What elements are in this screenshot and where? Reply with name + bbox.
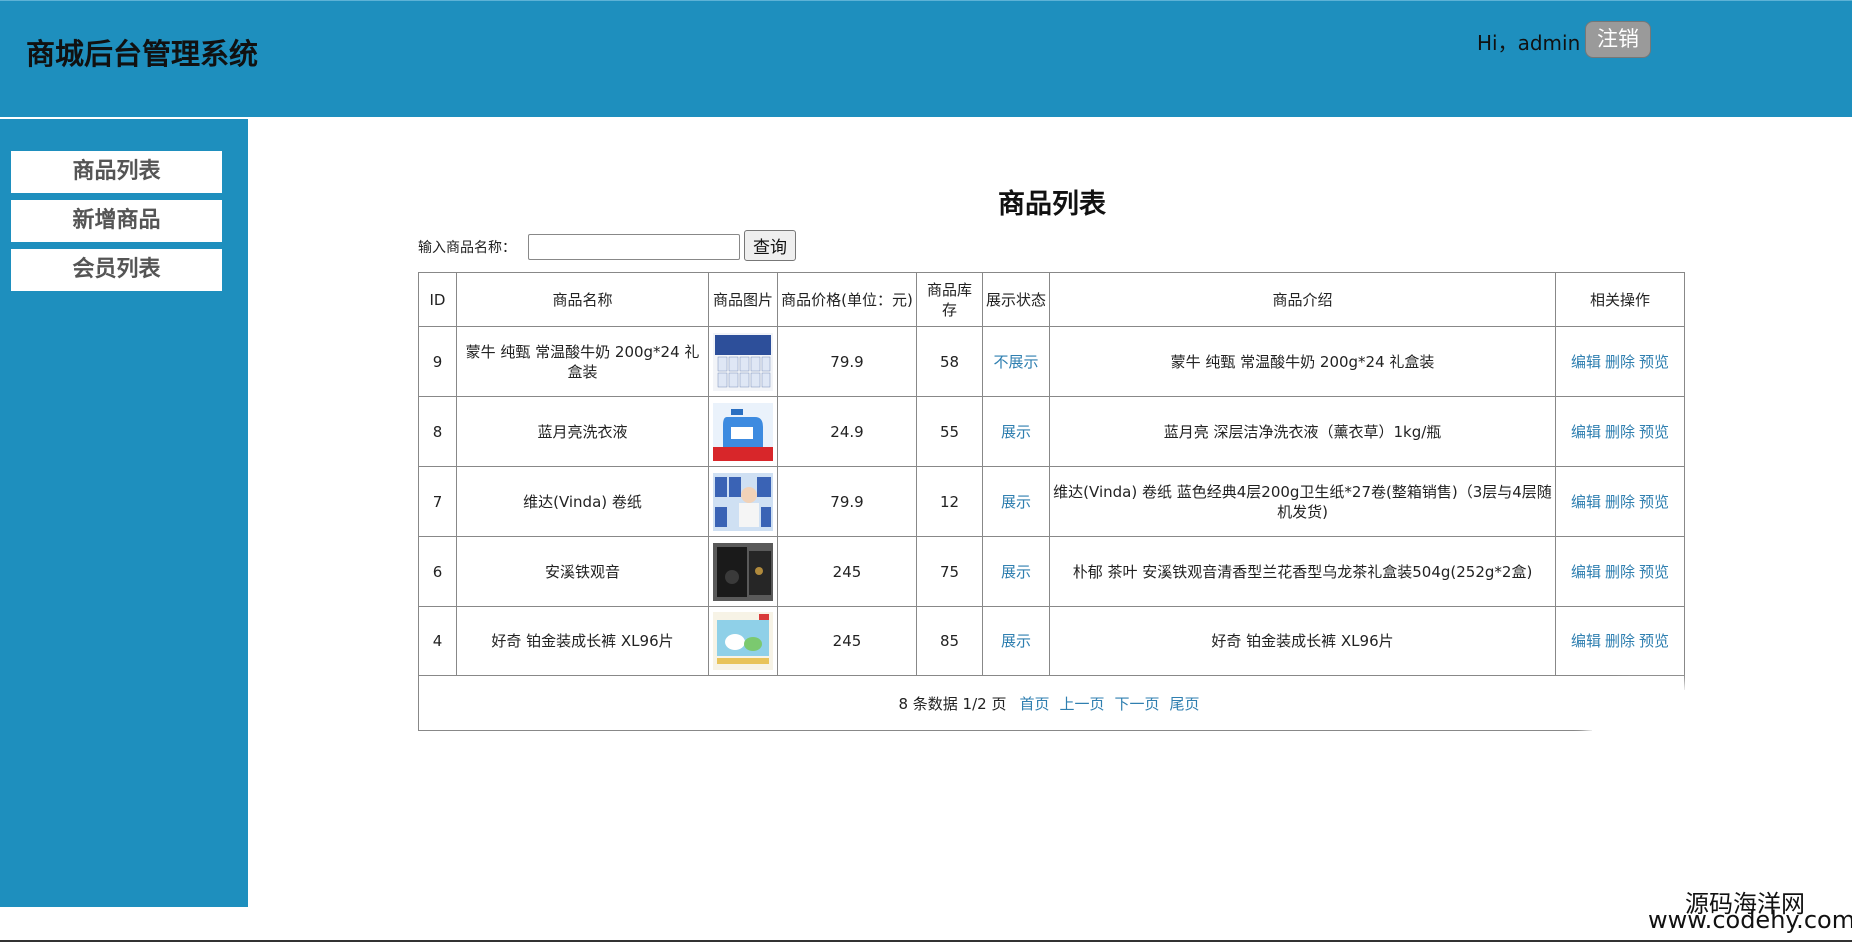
column-header-price: 商品价格(单位：元) <box>778 273 917 327</box>
status-toggle-link[interactable]: 展示 <box>1001 422 1031 442</box>
column-header-status: 展示状态 <box>983 273 1050 327</box>
cell-actions: 编辑 删除 预览 <box>1556 327 1684 397</box>
watermark-url: www.codehy.com <box>1648 906 1852 934</box>
cell-stock: 75 <box>917 537 983 607</box>
preview-link[interactable]: 预览 <box>1639 352 1669 372</box>
tea-box-image <box>713 542 773 601</box>
cell-stock: 85 <box>917 607 983 676</box>
tissue-image <box>713 472 773 531</box>
product-name-search-input[interactable] <box>528 234 740 260</box>
cell-id: 4 <box>419 607 457 676</box>
preview-link[interactable]: 预览 <box>1639 492 1669 512</box>
cell-status: 展示 <box>983 467 1050 537</box>
preview-link[interactable]: 预览 <box>1639 631 1669 651</box>
cell-name: 好奇 铂金装成长裤 XL96片 <box>457 607 709 676</box>
cell-price: 24.9 <box>778 397 917 467</box>
sidebar-item-member-list[interactable]: 会员列表 <box>11 249 222 291</box>
first-page-link[interactable]: 首页 <box>1019 693 1049 714</box>
last-page-link[interactable]: 尾页 <box>1170 693 1200 714</box>
pagination-summary: 8 条数据 1/2 页 <box>898 694 1007 713</box>
cell-price: 79.9 <box>778 467 917 537</box>
cell-id: 8 <box>419 397 457 467</box>
search-button[interactable]: 查询 <box>744 230 796 261</box>
user-greeting: Hi，admin <box>1477 31 1581 55</box>
product-table: ID 商品名称 商品图片 商品价格(单位：元) 商品库存 展示状态 商品介绍 相… <box>418 272 1685 731</box>
cell-id: 9 <box>419 327 457 397</box>
delete-link[interactable]: 删除 <box>1605 422 1635 442</box>
cell-name: 蒙牛 纯甄 常温酸牛奶 200g*24 礼盒装 <box>457 327 709 397</box>
sidebar-item-product-list[interactable]: 商品列表 <box>11 151 222 193</box>
prev-page-link[interactable]: 上一页 <box>1059 693 1104 714</box>
cell-stock: 12 <box>917 467 983 537</box>
cell-status: 不展示 <box>983 327 1050 397</box>
cell-intro: 蓝月亮 深层洁净洗衣液（薰衣草）1kg/瓶 <box>1050 397 1556 467</box>
sidebar-item-add-product[interactable]: 新增商品 <box>11 200 222 242</box>
column-header-image: 商品图片 <box>709 273 778 327</box>
status-toggle-link[interactable]: 展示 <box>1001 562 1031 582</box>
cell-stock: 58 <box>917 327 983 397</box>
next-page-link[interactable]: 下一页 <box>1115 693 1160 714</box>
page-title: 商品列表 <box>998 189 1106 220</box>
cell-intro: 朴郁 茶叶 安溪铁观音清香型兰花香型乌龙茶礼盒装504g(252g*2盒) <box>1050 537 1556 607</box>
cell-status: 展示 <box>983 397 1050 467</box>
search-label: 输入商品名称： <box>418 240 516 256</box>
app-title: 商城后台管理系统 <box>26 37 259 71</box>
cell-image <box>709 397 778 467</box>
cell-intro: 维达(Vinda) 卷纸 蓝色经典4层200g卫生纸*27卷(整箱销售)（3层与… <box>1050 467 1556 537</box>
status-toggle-link[interactable]: 展示 <box>1001 631 1031 651</box>
cell-image <box>709 327 778 397</box>
column-header-id: ID <box>419 273 457 327</box>
edit-link[interactable]: 编辑 <box>1571 492 1601 512</box>
edit-link[interactable]: 编辑 <box>1571 352 1601 372</box>
cell-id: 7 <box>419 467 457 537</box>
cell-status: 展示 <box>983 607 1050 676</box>
cell-actions: 编辑 删除 预览 <box>1556 397 1684 467</box>
cell-name: 安溪铁观音 <box>457 537 709 607</box>
cell-price: 79.9 <box>778 327 917 397</box>
cell-id: 6 <box>419 537 457 607</box>
edit-link[interactable]: 编辑 <box>1571 562 1601 582</box>
preview-link[interactable]: 预览 <box>1639 422 1669 442</box>
cell-intro: 蒙牛 纯甄 常温酸牛奶 200g*24 礼盒装 <box>1050 327 1556 397</box>
cell-actions: 编辑 删除 预览 <box>1556 537 1684 607</box>
pagination: 8 条数据 1/2 页 首页 上一页 下一页 尾页 <box>419 676 1684 730</box>
cell-stock: 55 <box>917 397 983 467</box>
cell-name: 蓝月亮洗衣液 <box>457 397 709 467</box>
cell-price: 245 <box>778 537 917 607</box>
cell-price: 245 <box>778 607 917 676</box>
delete-link[interactable]: 删除 <box>1605 492 1635 512</box>
status-toggle-link[interactable]: 展示 <box>1001 492 1031 512</box>
delete-link[interactable]: 删除 <box>1605 352 1635 372</box>
delete-link[interactable]: 删除 <box>1605 562 1635 582</box>
milk-box-image <box>713 332 773 391</box>
cell-status: 展示 <box>983 537 1050 607</box>
detergent-image <box>713 402 773 461</box>
column-header-stock: 商品库存 <box>917 273 983 327</box>
cell-name: 维达(Vinda) 卷纸 <box>457 467 709 537</box>
column-header-intro: 商品介绍 <box>1050 273 1556 327</box>
white-overlay <box>1592 690 1782 790</box>
preview-link[interactable]: 预览 <box>1639 562 1669 582</box>
cell-intro: 好奇 铂金装成长裤 XL96片 <box>1050 607 1556 676</box>
column-header-name: 商品名称 <box>457 273 709 327</box>
cell-image <box>709 537 778 607</box>
logout-button[interactable]: 注销 <box>1585 21 1651 58</box>
cell-actions: 编辑 删除 预览 <box>1556 607 1684 676</box>
sidebar: 商品列表 新增商品 会员列表 <box>0 119 248 907</box>
cell-image <box>709 607 778 676</box>
diaper-image <box>713 612 773 670</box>
column-header-actions: 相关操作 <box>1556 273 1684 327</box>
edit-link[interactable]: 编辑 <box>1571 631 1601 651</box>
cell-actions: 编辑 删除 预览 <box>1556 467 1684 537</box>
status-toggle-link[interactable]: 不展示 <box>993 352 1038 372</box>
edit-link[interactable]: 编辑 <box>1571 422 1601 442</box>
delete-link[interactable]: 删除 <box>1605 631 1635 651</box>
top-header: 商城后台管理系统 Hi，admin 注销 <box>0 0 1852 117</box>
cell-image <box>709 467 778 537</box>
